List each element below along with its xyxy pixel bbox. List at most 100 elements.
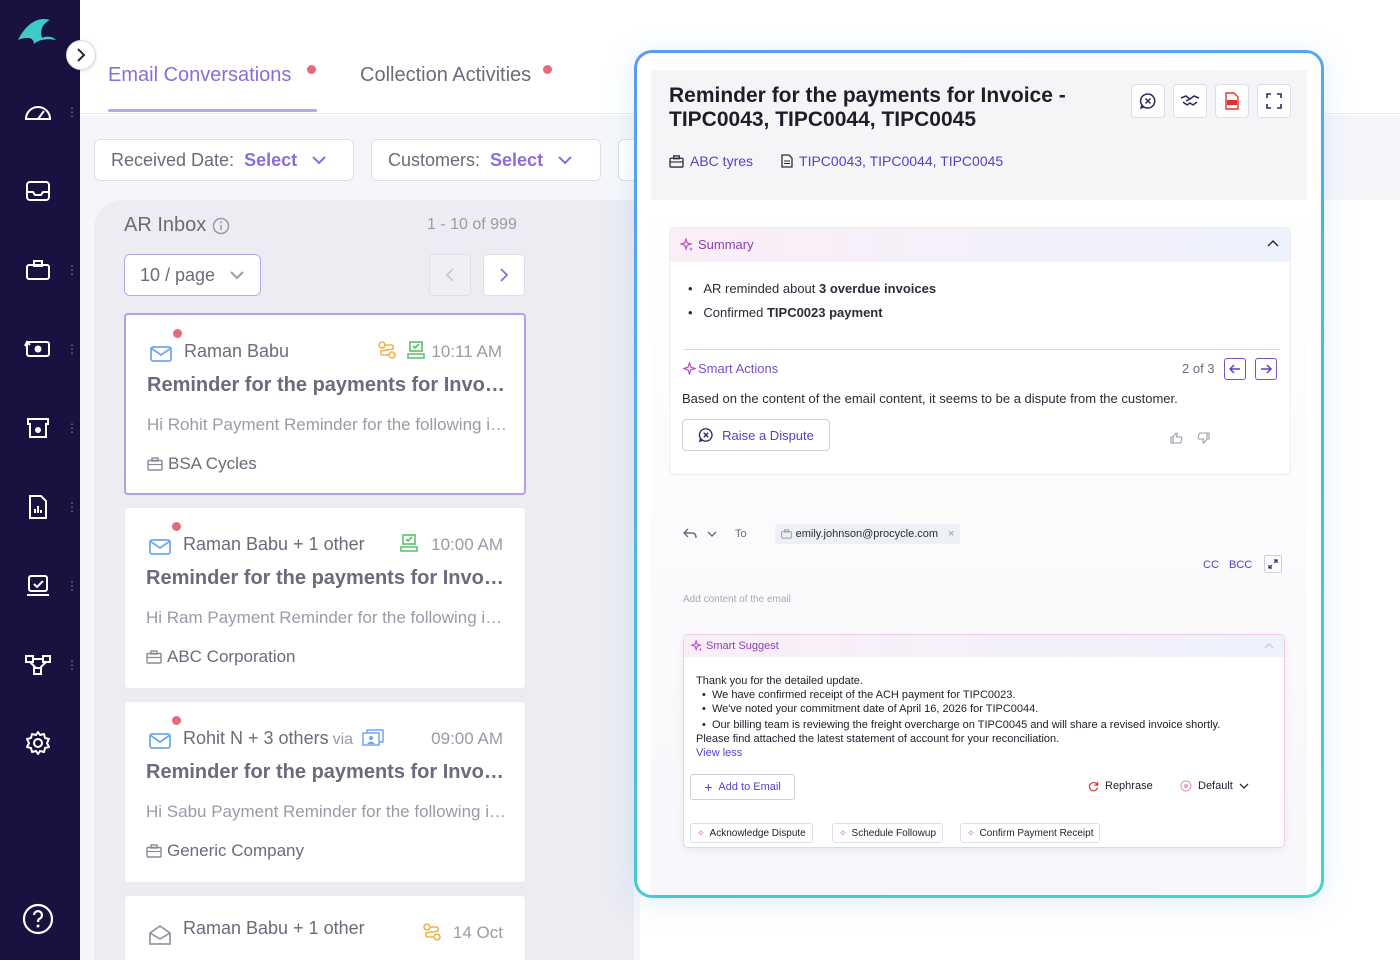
summary-card: Summary • AR reminded about 3 overdue in… — [669, 227, 1291, 475]
conversation-card[interactable]: Rohit N + 3 others via 09:00 AM Reminder … — [124, 701, 526, 883]
suggestion-chip-acknowledge-dispute[interactable]: ✧ Acknowledge Dispute — [690, 823, 813, 843]
conversation-card[interactable]: Raman Babu + 1 other 10:00 AM Reminder f… — [124, 507, 526, 689]
suggestion-text: Please find attached the latest statemen… — [696, 733, 1060, 745]
customer-link[interactable]: ABC tyres — [690, 153, 753, 169]
sidebar-item-payments[interactable]: ⋮⋮ — [0, 329, 91, 369]
summary-header[interactable]: Summary — [670, 228, 1290, 262]
expand-icon — [1268, 559, 1278, 569]
rephrase-button[interactable]: Rephrase — [1088, 780, 1153, 792]
info-icon[interactable] — [212, 217, 230, 235]
recipient-chip[interactable]: emily.johnson@procycle.com × — [774, 524, 961, 544]
sparkle-icon: ✧ — [967, 827, 975, 838]
suggestion-chip-confirm-payment-receipt[interactable]: ✧ Confirm Payment Receipt — [960, 823, 1101, 843]
customer-tag: ABC Corporation — [146, 647, 296, 667]
sparkle-icon: ✧ — [697, 827, 705, 838]
smart-suggest-header[interactable]: Smart Suggest — [684, 635, 1284, 657]
cash-cycle-icon — [22, 333, 54, 365]
suggestion-bullet: • We've noted your commitment date of Ap… — [702, 703, 1039, 715]
sender-name: Raman Babu + 1 other — [183, 918, 365, 938]
tab-email-conversations[interactable]: Email Conversations — [108, 64, 291, 87]
pagination-count: 1 - 10 of 999 — [427, 216, 517, 233]
received-time: 09:00 AM — [431, 729, 503, 748]
refresh-icon — [1088, 781, 1099, 791]
suggestion-chip-schedule-followup[interactable]: ✧ Schedule Followup — [832, 823, 944, 843]
payment-received-icon — [407, 341, 425, 359]
suggestion-bullet-text: We've noted your commitment date of Apri… — [711, 703, 1039, 715]
conversation-card[interactable]: Raman Babu + 1 other 14 Oct — [124, 895, 526, 960]
cc-button[interactable]: CC — [1203, 559, 1219, 571]
suggestion-bullet-text: We have confirmed receipt of the ACH pay… — [711, 689, 1016, 701]
prev-page-button[interactable] — [429, 254, 471, 296]
email-body-input[interactable]: Add content of the email — [683, 594, 791, 605]
smart-suggest-label: Smart Suggest — [706, 640, 779, 652]
tone-select[interactable]: Default — [1180, 780, 1249, 792]
remove-recipient-icon[interactable]: × — [948, 528, 954, 540]
sidebar-item-settings[interactable] — [0, 723, 80, 763]
sidebar-item-collections[interactable]: ⋮⋮ — [0, 408, 91, 448]
email-preview: Hi Rohit Payment Reminder for the follow… — [147, 415, 509, 434]
received-date-filter[interactable]: Received Date: Select — [94, 139, 354, 181]
page-size-value: 10 / page — [140, 264, 216, 285]
sender-name-text: Rohit N + 3 others — [183, 728, 329, 748]
conversation-card[interactable]: Raman Babu 10:11 AM Reminder for the pay… — [124, 313, 526, 495]
help-icon[interactable] — [22, 903, 54, 935]
raise-dispute-button[interactable]: Raise a Dispute — [682, 419, 830, 451]
sidebar-item-tasks[interactable]: ⋮⋮ — [0, 566, 91, 606]
filter-value: Select — [490, 149, 544, 170]
smart-actions-label: Smart Actions — [698, 361, 779, 376]
dispute-button[interactable] — [1131, 84, 1165, 118]
sidebar-item-inbox[interactable] — [0, 171, 80, 211]
next-page-button[interactable] — [483, 254, 525, 296]
sidebar-item-workflows[interactable]: ⋮⋮ — [0, 645, 91, 685]
received-time: 14 Oct — [452, 923, 503, 942]
bcc-button[interactable]: BCC — [1229, 559, 1252, 571]
detail-header: Reminder for the payments for Invoice - … — [651, 70, 1307, 200]
unread-dot — [172, 716, 181, 725]
sidebar-expand-button[interactable] — [66, 40, 96, 70]
via-label: via — [332, 731, 354, 748]
notification-dot — [307, 65, 316, 74]
reply-icon[interactable] — [683, 528, 697, 540]
add-to-email-button[interactable]: + Add to Email — [690, 774, 795, 800]
sparkle-icon — [680, 238, 694, 251]
dispute-icon — [698, 428, 713, 443]
chevron-right-icon — [500, 268, 509, 282]
prev-action-button[interactable] — [1224, 358, 1246, 380]
sidebar-item-dashboard[interactable]: ⋮⋮ — [0, 92, 91, 132]
customers-filter[interactable]: Customers: Select — [371, 139, 601, 181]
thumbs-up-icon[interactable] — [1170, 432, 1183, 444]
email-title: Reminder for the payments for Invoice - … — [669, 84, 1066, 131]
chevron-down-icon — [312, 156, 326, 165]
tone-icon — [1180, 780, 1192, 792]
fullscreen-button[interactable] — [1257, 84, 1291, 118]
next-action-button[interactable] — [1255, 358, 1277, 380]
invoice-links[interactable]: TIPC0043, TIPC0044, TIPC0045 — [799, 153, 1003, 169]
unread-dot — [173, 329, 182, 338]
pdf-export-button[interactable] — [1215, 84, 1249, 118]
chevron-down-icon[interactable] — [707, 531, 717, 538]
arrow-right-icon — [1261, 364, 1272, 374]
view-less-link[interactable]: View less — [696, 747, 742, 759]
sender-name: Rohit N + 3 others via — [183, 728, 384, 749]
chevron-up-icon[interactable] — [1267, 239, 1279, 247]
filter-label: Customers: — [388, 149, 481, 170]
filter-value: Select — [244, 149, 298, 170]
thumbs-down-icon[interactable] — [1197, 432, 1210, 444]
building-icon — [780, 529, 792, 539]
customer-name: Generic Company — [167, 841, 305, 860]
expand-composer-button[interactable] — [1264, 555, 1282, 573]
sidebar-item-portfolio[interactable]: ⋮⋮ — [0, 250, 91, 290]
chevron-up-icon[interactable] — [1264, 643, 1274, 649]
fullscreen-icon — [1266, 93, 1282, 109]
sidebar-item-reports[interactable]: ⋮⋮ — [0, 487, 91, 527]
tab-collection-activities[interactable]: Collection Activities — [360, 64, 531, 87]
page-size-select[interactable]: 10 / page — [124, 254, 261, 296]
briefcase-icon — [146, 650, 162, 664]
email-preview: Hi Sabu Payment Reminder for the followi… — [146, 802, 508, 821]
summary-bullet-text: AR reminded about — [703, 281, 820, 296]
mail-open-icon — [149, 924, 171, 945]
settle-button[interactable] — [1173, 84, 1207, 118]
add-to-email-label: Add to Email — [718, 781, 781, 793]
customer-tag: BSA Cycles — [147, 454, 257, 474]
filter-label: Received Date: — [111, 149, 235, 170]
